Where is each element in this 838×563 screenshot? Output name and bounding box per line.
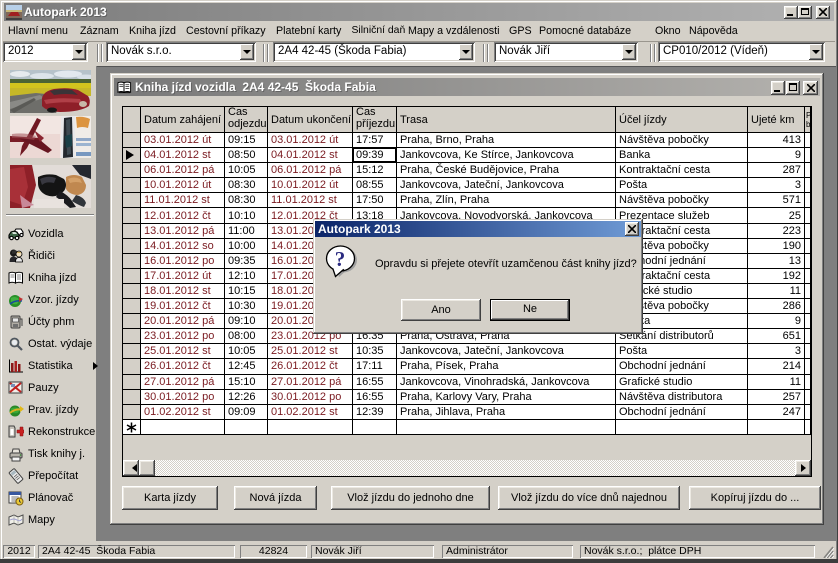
svg-text:?: ? xyxy=(335,247,346,271)
